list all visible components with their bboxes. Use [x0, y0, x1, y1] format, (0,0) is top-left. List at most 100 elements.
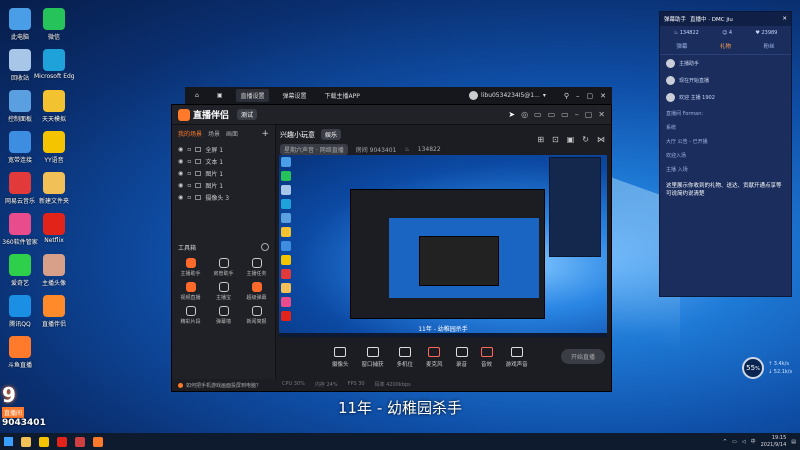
lock-icon[interactable]: ▫ [187, 158, 191, 165]
toolbox-item[interactable]: 主播助手 [176, 258, 205, 278]
toolbox-item[interactable]: 弹幕墙 [209, 306, 238, 326]
room-tag[interactable]: 娱乐 [321, 129, 342, 140]
version-badge[interactable]: 测试 [237, 109, 258, 120]
start-stream-button[interactable]: 开始直播 [560, 349, 605, 364]
maximize-icon[interactable]: ▢ [587, 92, 594, 100]
tray-arrow-icon[interactable]: ^ [723, 439, 727, 445]
toolbox-item[interactable]: 新闻简报 [242, 306, 271, 326]
source-item[interactable]: ◉ ▫ 图片 1 [172, 179, 275, 191]
gift-icon[interactable]: ▭ [534, 110, 542, 119]
stream-button[interactable]: ▣ [213, 90, 227, 101]
capture-control[interactable]: 窗口捕获 [362, 347, 384, 368]
minimize-icon[interactable]: – [576, 92, 580, 100]
gift-icon[interactable]: ⊞ [537, 135, 544, 144]
tab-my-scenes[interactable]: 我的场景 [178, 129, 202, 139]
chevron-down-icon: ▾ [542, 92, 546, 99]
network-icon[interactable]: ▭ [732, 439, 737, 445]
preview-canvas[interactable]: 11年 - 幼稚园杀手 [279, 155, 607, 337]
source-item[interactable]: ◉ ▫ 图片 1 [172, 167, 275, 179]
toolbar-item-danmaku[interactable]: 弹幕设置 [279, 89, 311, 102]
close-icon[interactable]: ✕ [600, 92, 606, 100]
user-account[interactable]: libu0534234I5@1... ▾ [469, 91, 546, 100]
capture-control[interactable]: 录音 [455, 347, 468, 368]
close-icon[interactable]: ✕ [598, 110, 605, 119]
toolbox-item[interactable]: 视频直播 [176, 282, 205, 302]
chat-message[interactable]: 主播助手 [660, 55, 791, 72]
game-icon[interactable] [75, 436, 85, 447]
tab-scenes[interactable]: 场景 [208, 129, 220, 139]
capture-control[interactable]: 麦克风 [426, 347, 443, 368]
chat-system-line: 大厅 公告 - 已开播 [666, 139, 708, 145]
maximize-icon[interactable]: ▢ [585, 110, 593, 119]
capture-control[interactable]: 多机位 [397, 347, 413, 368]
close-icon[interactable]: ✕ [782, 16, 787, 22]
toolbar-item-settings[interactable]: 直播设置 [236, 89, 269, 102]
toolbox-item[interactable]: 超级弹幕 [242, 282, 271, 302]
eye-icon[interactable]: ◉ [178, 170, 183, 177]
settings-icon[interactable]: ▭ [561, 110, 569, 119]
minimize-icon[interactable]: – [575, 110, 579, 119]
pin-icon[interactable]: ⚲ [564, 92, 569, 100]
network-speed-meter[interactable]: 55% [742, 357, 764, 379]
refresh-icon[interactable]: ↻ [582, 135, 589, 144]
toolbar-item-download[interactable]: 下载主播APP [321, 89, 364, 102]
capture-control[interactable]: 音效 [480, 347, 493, 368]
share-icon[interactable]: ⋈ [597, 135, 605, 144]
lock-icon[interactable]: ▫ [187, 170, 191, 177]
chat-message[interactable]: 现在开始直播 [660, 72, 791, 89]
netflix-icon[interactable] [57, 436, 67, 447]
chat-message[interactable]: 欢迎 主播 1902 [660, 89, 791, 106]
tab-fans[interactable]: 粉丝 [764, 42, 775, 50]
ime-icon[interactable]: 中 [751, 438, 756, 445]
desktop-icon[interactable]: YY语音 [34, 131, 74, 164]
add-source-icon[interactable]: + [261, 129, 269, 139]
capture-control[interactable]: 游戏声音 [506, 347, 528, 368]
windows-start-icon[interactable] [4, 437, 13, 446]
lock-icon[interactable]: ⊡ [552, 135, 559, 144]
eye-icon[interactable]: ◉ [178, 146, 183, 153]
toolbox-item[interactable]: 房管助手 [209, 258, 238, 278]
room-category[interactable]: 星期六声音 · 网络直播 [280, 144, 348, 155]
desktop-icon-label: Microsoft Edge [34, 73, 74, 80]
notification-icon[interactable]: ▤ [791, 439, 796, 445]
source-item[interactable]: ◉ ▫ 摄像头 3 [172, 191, 275, 203]
file-explorer-icon[interactable] [21, 436, 31, 447]
lock-icon[interactable]: ▫ [187, 182, 191, 189]
system-clock[interactable]: 19:15 2021/9/14 [761, 435, 787, 448]
desktop-icon[interactable]: 主播头像 [34, 254, 74, 287]
window-controls: ⚲ – ▢ ✕ [564, 92, 606, 100]
desktop-icon[interactable]: 天天模拟 [34, 90, 74, 123]
desktop-icon[interactable]: 微信 [34, 8, 74, 41]
desktop-icon[interactable]: 新建文件夹 [34, 172, 74, 205]
desktop-icon[interactable]: Netflix [34, 213, 74, 244]
source-item[interactable]: ◉ ▫ 全屏 1 [172, 143, 275, 155]
tab-screen[interactable]: 画面 [226, 129, 238, 139]
toolbox-item[interactable]: 主播任务 [242, 258, 271, 278]
yy-icon[interactable] [39, 436, 49, 447]
toolbox-item[interactable]: 精彩片段 [176, 306, 205, 326]
source-item[interactable]: ◉ ▫ 文本 1 [172, 155, 275, 167]
lock-icon[interactable]: ▫ [187, 194, 191, 201]
avatar-circle-icon[interactable]: ◎ [521, 110, 528, 119]
desktop-icon[interactable]: 直播伴侣 [34, 295, 74, 328]
layout-icon[interactable]: ▣ [567, 135, 575, 144]
streaming-app-icon[interactable] [93, 436, 103, 447]
app-shortcut-icon [43, 254, 65, 276]
history-icon[interactable] [261, 243, 269, 251]
eye-icon[interactable]: ◉ [178, 182, 183, 189]
tab-danmaku[interactable]: 弹幕 [676, 42, 687, 50]
volume-icon[interactable]: ◁ [742, 439, 746, 445]
toolbox-item[interactable]: 主播宝 [209, 282, 238, 302]
capture-control[interactable]: 摄像头 [332, 347, 349, 368]
desktop-icon[interactable]: Microsoft Edge [34, 49, 74, 80]
source-type-icon [195, 194, 202, 200]
lock-icon[interactable]: ▫ [187, 146, 191, 153]
streaming-app-window: 直播伴侣 测试 ➤ ◎ ▭ ▭ ▭ – ▢ ✕ 我的场景 场景 画面 + ◉ ▫ 全… [171, 104, 612, 392]
eye-icon[interactable]: ◉ [178, 158, 183, 165]
desktop-icon[interactable]: 斗鱼直播 [0, 336, 40, 369]
home-icon[interactable]: ⌂ [191, 90, 203, 101]
stat-viewers: ☺ 4 [722, 30, 733, 36]
eye-icon[interactable]: ◉ [178, 194, 183, 201]
message-icon[interactable]: ▭ [548, 110, 556, 119]
tab-gifts[interactable]: 礼物 [720, 42, 731, 50]
